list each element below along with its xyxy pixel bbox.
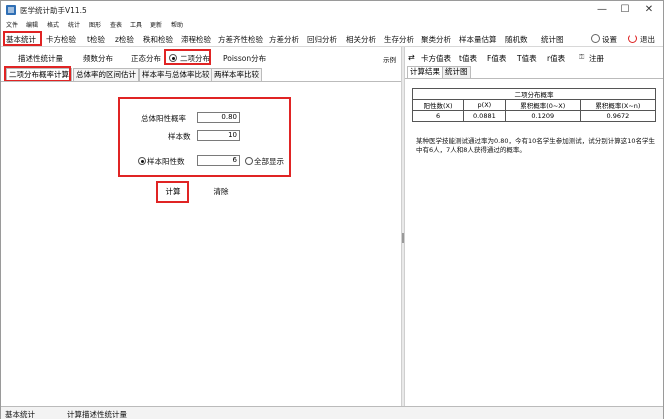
result-header: 阳性数(X) — [411, 99, 465, 111]
subtool-poisson[interactable]: Poisson分布 — [223, 53, 266, 64]
binomial-radio[interactable] — [169, 54, 177, 62]
tool-random[interactable]: 随机数 — [505, 34, 528, 45]
menu-format[interactable]: 格式 — [47, 20, 59, 29]
app-window: 医学统计助手V11.5 — ☐ ✕ 文件 编辑 格式 统计 图形 查表 工具 更… — [0, 0, 664, 419]
menu-update[interactable]: 更新 — [150, 20, 162, 29]
pane-splitter[interactable] — [401, 47, 405, 407]
prob-label: 总体阳性概率 — [141, 114, 186, 123]
tool-basic-stats[interactable]: 基本统计 — [6, 34, 36, 45]
close-button[interactable]: ✕ — [638, 3, 660, 17]
tool-chart[interactable]: 统计图 — [541, 34, 564, 45]
n-label: 样本数 — [168, 132, 191, 141]
swap-icon[interactable]: ⇄ — [408, 53, 415, 62]
gear-icon[interactable] — [591, 34, 600, 43]
example-link[interactable]: 示例 — [383, 54, 396, 64]
result-cell: 0.9672 — [579, 110, 657, 122]
clear-button[interactable]: 清除 — [209, 186, 233, 197]
result-header: 累积概率(X~n) — [579, 99, 657, 111]
all-radio[interactable] — [245, 157, 253, 165]
rtool-r-table[interactable]: r值表 — [547, 53, 565, 64]
tab-rate-interval[interactable]: 总体率的区间估计 — [73, 68, 139, 81]
subtool-normal[interactable]: 正态分布 — [131, 53, 161, 64]
result-table: 二项分布概率 阳性数(X) p(X) 累积概率(0~X) 累积概率(X~n) 6… — [411, 88, 657, 122]
tool-anova[interactable]: 方差分析 — [269, 34, 299, 45]
tool-regression[interactable]: 回归分析 — [307, 34, 337, 45]
subtool-descriptive[interactable]: 描述性统计量 — [18, 53, 63, 64]
register-button[interactable]: 注册 — [589, 53, 604, 64]
tab-two-rates[interactable]: 两样本率比较 — [211, 68, 262, 81]
tool-z-test[interactable]: z检验 — [115, 34, 134, 45]
tool-cluster[interactable]: 聚类分析 — [421, 34, 451, 45]
minimize-button[interactable]: — — [591, 3, 613, 17]
tool-run-test[interactable]: 滞程检验 — [181, 34, 211, 45]
k-label: 样本阳性数 — [147, 157, 185, 166]
subtool-frequency[interactable]: 频数分布 — [83, 53, 113, 64]
result-cell: 6 — [411, 110, 465, 122]
rtab-chart[interactable]: 统计图 — [442, 66, 471, 78]
title-bar — [1, 1, 663, 19]
result-header: p(X) — [463, 99, 506, 111]
menu-table[interactable]: 查表 — [110, 20, 122, 29]
tool-t-test[interactable]: t检验 — [87, 34, 105, 45]
rtool-t-table[interactable]: t值表 — [459, 53, 477, 64]
prob-input[interactable]: 0.80 — [197, 112, 240, 123]
tab-underline — [1, 81, 401, 82]
example-text: 某种医学技能测试通过率为0.80，今有10名学生参加测试，试分别计算这10名学生… — [416, 137, 656, 154]
rtool-chi-table[interactable]: 卡方值表 — [421, 53, 451, 64]
result-title: 二项分布概率 — [412, 88, 656, 100]
rtool-f-table[interactable]: F值表 — [487, 53, 506, 64]
key-icon[interactable]: ⚿ — [579, 53, 584, 62]
subtool-binomial[interactable]: 二项分布 — [180, 53, 210, 64]
maximize-button[interactable]: ☐ — [614, 3, 636, 17]
app-icon — [6, 5, 16, 15]
menu-edit[interactable]: 编辑 — [26, 20, 38, 29]
status-left: 基本统计 — [5, 410, 35, 419]
splitter-grip[interactable] — [402, 233, 404, 243]
rtab-underline — [405, 78, 663, 79]
menu-stats[interactable]: 统计 — [68, 20, 80, 29]
menu-tools[interactable]: 工具 — [130, 20, 142, 29]
table-row: 6 0.0881 0.1209 0.9672 — [411, 110, 657, 122]
status-right: 计算描述性统计量 — [67, 410, 127, 419]
k-radio[interactable] — [138, 157, 146, 165]
calc-button[interactable]: 计算 — [161, 186, 185, 197]
menu-help[interactable]: 帮助 — [171, 20, 183, 29]
tool-chi-square[interactable]: 卡方检验 — [46, 34, 76, 45]
menu-graph[interactable]: 图形 — [89, 20, 101, 29]
k-input[interactable]: 6 — [197, 155, 240, 166]
exit-button[interactable]: 退出 — [640, 34, 655, 45]
tool-sample-size[interactable]: 样本量估算 — [459, 34, 497, 45]
tool-correlation[interactable]: 相关分析 — [346, 34, 376, 45]
window-title: 医学统计助手V11.5 — [20, 6, 87, 15]
all-label[interactable]: 全部显示 — [254, 156, 284, 167]
tool-variance-homo[interactable]: 方差齐性检验 — [218, 34, 263, 45]
menu-file[interactable]: 文件 — [6, 20, 18, 29]
power-icon[interactable] — [628, 34, 637, 43]
n-input[interactable]: 10 — [197, 130, 240, 141]
settings-button[interactable]: 设置 — [602, 34, 617, 45]
tab-sample-vs-pop[interactable]: 样本率与总体率比较 — [139, 68, 213, 81]
rtab-results[interactable]: 计算结果 — [407, 66, 443, 78]
tool-rank-sum[interactable]: 秩和检验 — [143, 34, 173, 45]
result-cell: 0.0881 — [463, 110, 506, 122]
rtool-T-table[interactable]: T值表 — [517, 53, 537, 64]
result-header: 累积概率(0~X) — [504, 99, 581, 111]
result-cell: 0.1209 — [504, 110, 581, 122]
tool-survival[interactable]: 生存分析 — [384, 34, 414, 45]
highlight-tab — [4, 66, 71, 82]
